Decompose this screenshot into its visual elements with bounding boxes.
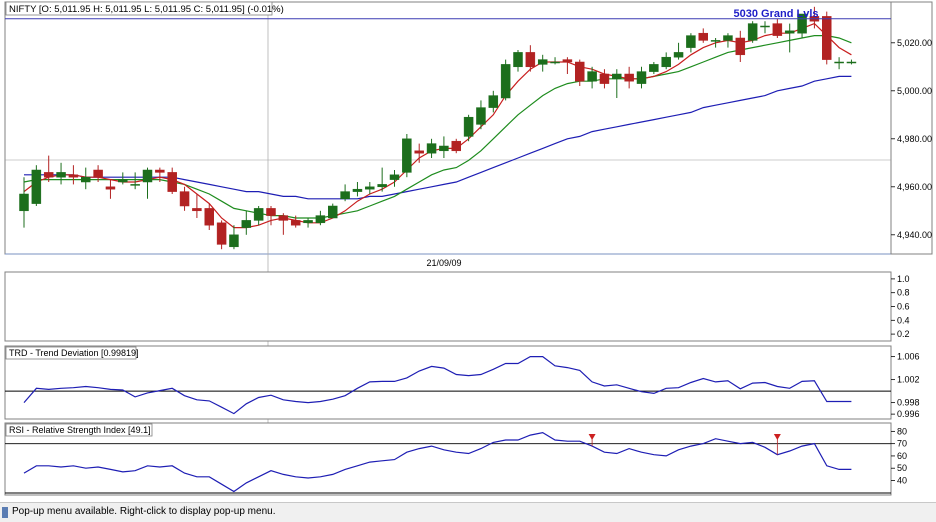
status-indicator-icon bbox=[2, 507, 8, 518]
candle-body bbox=[834, 61, 844, 64]
candle-body bbox=[661, 56, 671, 68]
axis-tick-label: 0.6 bbox=[897, 302, 910, 312]
candle-body bbox=[513, 52, 523, 68]
candle-body bbox=[241, 220, 252, 228]
candle-body bbox=[673, 52, 684, 58]
candle-body bbox=[266, 208, 276, 216]
candle-body bbox=[105, 186, 116, 190]
axis-tick-label: 0.4 bbox=[897, 315, 910, 325]
axis-tick-label: 5,020.00 bbox=[897, 38, 932, 48]
rsi-title: RSI - Relative Strength Index [49.1] bbox=[9, 425, 151, 435]
candle-body bbox=[352, 188, 363, 192]
candle-body bbox=[476, 107, 486, 125]
axis-tick-label: 4,980.00 bbox=[897, 134, 932, 144]
candle-body bbox=[451, 140, 461, 152]
chart-workspace: 5,020.00 5,000.00 4,980.00 4,960.00 4,940.00… bbox=[4, 1, 933, 496]
candle-body bbox=[599, 73, 610, 84]
candle-body bbox=[636, 71, 647, 84]
indicator-panel-empty[interactable] bbox=[4, 271, 892, 342]
candle-body bbox=[155, 169, 165, 173]
axis-tick-label: 50 bbox=[897, 463, 907, 473]
candle-body bbox=[204, 208, 214, 226]
candle-body bbox=[846, 61, 857, 64]
axis-tick-label: 5,000.00 bbox=[897, 86, 932, 96]
candle-body bbox=[142, 169, 153, 183]
candle-body bbox=[488, 95, 499, 108]
candle-body bbox=[315, 215, 326, 224]
candle-body bbox=[340, 191, 350, 200]
candle-body bbox=[130, 184, 140, 186]
candle-body bbox=[698, 32, 708, 41]
candle-body bbox=[649, 64, 659, 72]
axis-tick-label: 1.002 bbox=[897, 375, 920, 385]
price-header: NIFTY [O: 5,011.95 H: 5,011.95 L: 5,011.… bbox=[9, 4, 284, 15]
candle-body bbox=[167, 172, 177, 192]
candle-body bbox=[587, 71, 597, 82]
candle-body bbox=[537, 59, 548, 65]
axis-tick-label: 0.996 bbox=[897, 409, 920, 419]
candle-body bbox=[414, 150, 424, 154]
candle-body bbox=[229, 234, 239, 248]
candle-body bbox=[68, 174, 79, 178]
candle-body bbox=[192, 208, 202, 212]
candle-body bbox=[575, 61, 585, 82]
axis-tick-label: 0.998 bbox=[897, 398, 920, 408]
candle-body bbox=[562, 59, 573, 63]
candle-body bbox=[290, 220, 301, 226]
trd-title: TRD - Trend Deviation [0.99819] bbox=[9, 348, 139, 358]
axis-tick-label: 1.0 bbox=[897, 274, 910, 284]
axis-tick-label: 40 bbox=[897, 475, 907, 485]
candle-body bbox=[31, 169, 42, 204]
axis-tick-label: 4,960.00 bbox=[897, 182, 932, 192]
candle-body bbox=[822, 16, 832, 60]
status-bar: Pop-up menu available. Right-click to di… bbox=[0, 502, 936, 522]
axis-tick-label: 60 bbox=[897, 451, 907, 461]
candle-body bbox=[426, 143, 437, 154]
trd-axis-ticks: 1.006 1.002 0.9980.996 bbox=[891, 352, 920, 419]
candle-body bbox=[735, 37, 746, 56]
candle-body bbox=[723, 35, 733, 41]
candle-body bbox=[303, 220, 313, 224]
candle-body bbox=[772, 23, 783, 36]
axis-tick-label: 80 bbox=[897, 426, 907, 436]
candle-body bbox=[550, 61, 560, 64]
rsi-axis-ticks: 80 70 60 50 40 bbox=[891, 426, 907, 485]
axis-tick-label: 0.8 bbox=[897, 288, 910, 298]
candle-body bbox=[216, 222, 227, 245]
candle-body bbox=[389, 174, 400, 180]
candle-body bbox=[402, 138, 412, 173]
candle-body bbox=[624, 73, 634, 82]
candle-body bbox=[278, 215, 289, 221]
candle-body bbox=[253, 208, 264, 221]
axis-tick-label: 1.006 bbox=[897, 352, 920, 362]
candle-body bbox=[118, 179, 128, 183]
candle-body bbox=[439, 145, 449, 152]
candle-body bbox=[43, 172, 54, 178]
axis-tick-label: 4,940.00 bbox=[897, 230, 932, 240]
candle-body bbox=[93, 169, 103, 178]
axis-tick-label: 0.2 bbox=[897, 329, 910, 339]
candle-body bbox=[377, 184, 387, 188]
empty-panel-axis-ticks: 1.0 0.8 0.6 0.4 0.2 bbox=[891, 274, 910, 339]
candle-body bbox=[328, 205, 338, 219]
date-label: 21/09/09 bbox=[426, 258, 461, 268]
candle-body bbox=[784, 30, 795, 34]
status-text: Pop-up menu available. Right-click to di… bbox=[12, 506, 276, 517]
annotation-label: 5030 Grand Lvls bbox=[734, 8, 819, 20]
price-panel[interactable] bbox=[4, 1, 892, 255]
candle-body bbox=[686, 35, 696, 48]
candle-body bbox=[179, 191, 190, 207]
candle-body bbox=[19, 193, 29, 212]
candle-body bbox=[525, 52, 536, 68]
candle-body bbox=[500, 64, 511, 99]
candle-body bbox=[365, 186, 375, 190]
candle-body bbox=[747, 23, 758, 41]
axis-tick-label: 70 bbox=[897, 439, 907, 449]
candle-body bbox=[463, 116, 474, 137]
candle-body bbox=[760, 25, 770, 28]
candle-body bbox=[81, 176, 91, 183]
candle-body bbox=[612, 73, 622, 80]
candle-body bbox=[56, 172, 66, 178]
candle-body bbox=[710, 40, 721, 42]
